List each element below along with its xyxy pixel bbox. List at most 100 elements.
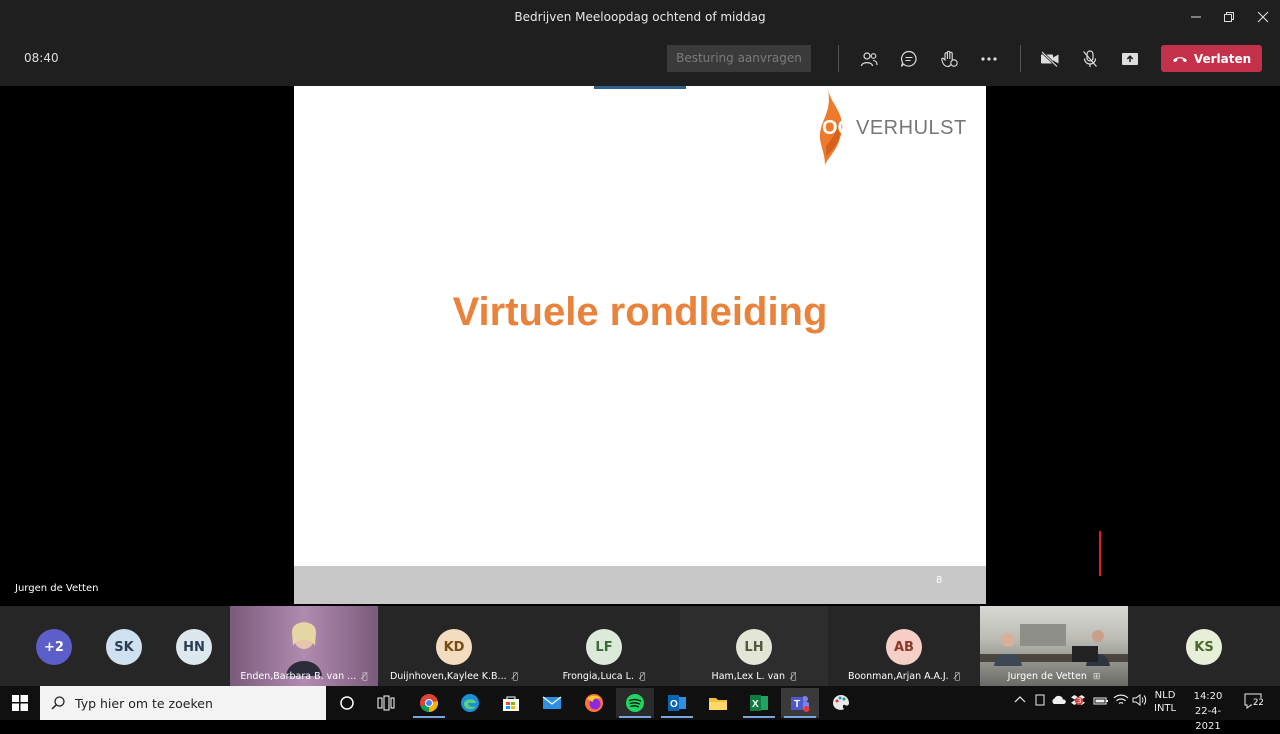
tray-wifi[interactable] [1113, 694, 1129, 709]
participant-tile[interactable]: LH Ham,Lex L. van 🎙̸ [680, 606, 828, 686]
cortana-circle-icon [340, 696, 354, 710]
taskbar-paint[interactable] [822, 688, 860, 718]
tray-battery[interactable] [1093, 696, 1109, 709]
store-bag-icon [503, 696, 519, 711]
action-center-button[interactable]: 22 [1244, 693, 1265, 712]
participant-name: Jurgen de Vetten ⊞ [1007, 671, 1101, 682]
taskbar-teams[interactable]: T [781, 688, 819, 718]
participant-avatar: KD [436, 629, 472, 665]
taskbar-firefox[interactable] [575, 688, 613, 718]
edge-icon [461, 694, 479, 712]
participant-tile[interactable]: KS [1130, 606, 1278, 686]
spotify-icon [626, 694, 644, 712]
speaker-icon [1132, 694, 1147, 706]
participant-name: Frongia,Luca L. 🎙̸ [562, 671, 646, 682]
more-actions-button[interactable] [973, 45, 1005, 72]
running-indicator [413, 716, 445, 718]
participant-avatar: KS [1186, 629, 1222, 665]
taskbar-chrome[interactable] [410, 688, 448, 718]
folder-icon [709, 698, 727, 710]
minimize-icon [1191, 16, 1201, 17]
participant-tile-video[interactable]: Jurgen de Vetten ⊞ [980, 606, 1128, 686]
taskbar-explorer[interactable] [699, 688, 737, 718]
taskbar-excel[interactable]: X [740, 688, 778, 718]
restore-button[interactable] [1212, 0, 1246, 33]
chat-icon [900, 50, 917, 67]
participants-button[interactable] [853, 45, 885, 72]
overflow-participants-button[interactable]: +2 [36, 629, 72, 665]
share-button[interactable] [1114, 45, 1146, 72]
camera-off-icon [1041, 50, 1059, 67]
slide-top-marker [594, 86, 686, 89]
pin-icon: ⊞ [1092, 672, 1101, 682]
participant-tile[interactable]: KD Duijnhoven,Kaylee K.B... 🎙̸ [380, 606, 528, 686]
participant-name: Ham,Lex L. van 🎙̸ [711, 671, 797, 682]
taskbar-clock[interactable]: 14:20 22-4-2021 [1184, 689, 1232, 734]
taskbar-mail[interactable] [533, 688, 571, 718]
start-button[interactable] [0, 688, 40, 718]
participant-tile[interactable]: AB Boonman,Arjan A.A.J. 🎙̸ [830, 606, 978, 686]
mic-off-icon [1083, 49, 1097, 67]
more-icon [981, 56, 997, 61]
request-control-button[interactable]: Besturing aanvragen [667, 45, 811, 72]
raise-hand-button[interactable] [933, 45, 965, 72]
pointer-marker [1099, 531, 1101, 576]
battery-icon [1093, 697, 1108, 705]
tray-dropbox[interactable]: 3 [1071, 694, 1085, 709]
participant-name: Boonman,Arjan A.A.J. 🎙̸ [847, 671, 961, 682]
leave-button[interactable]: Verlaten [1161, 45, 1262, 72]
camera-toggle-button[interactable] [1034, 45, 1066, 72]
restore-icon [1224, 11, 1234, 22]
taskbar-store[interactable] [492, 688, 530, 718]
svg-text:X: X [752, 699, 759, 710]
taskbar-edge[interactable] [451, 688, 489, 718]
participant-avatar[interactable]: HN [176, 629, 212, 665]
running-indicator [784, 716, 816, 718]
chrome-icon [420, 694, 439, 713]
toolbar-divider [1020, 45, 1021, 72]
paint-palette-icon [833, 695, 849, 710]
mail-icon [542, 696, 562, 709]
leave-label: Verlaten [1193, 51, 1252, 66]
tray-device-icon[interactable] [1034, 694, 1046, 709]
participant-avatar: LF [586, 629, 622, 665]
teams-icon: T [791, 696, 810, 712]
firefox-icon [585, 694, 603, 712]
meeting-timer: 08:40 [24, 51, 59, 65]
cortana-button[interactable] [328, 688, 366, 718]
taskbar-spotify[interactable] [616, 688, 654, 718]
participant-avatar[interactable]: SK [106, 629, 142, 665]
chat-button[interactable] [893, 45, 925, 72]
mic-toggle-button[interactable] [1074, 45, 1106, 72]
participant-name: Duijnhoven,Kaylee K.B... 🎙̸ [389, 671, 519, 682]
wifi-icon [1113, 694, 1129, 705]
slide-title: Virtuele rondleiding [452, 290, 828, 334]
slide-page-number: 8 [936, 575, 943, 586]
participant-tile-video[interactable]: Enden,Barbara B. van ... 🎙̸ [230, 606, 378, 686]
taskbar-search[interactable]: Typ hier om te zoeken [40, 686, 326, 720]
windows-logo-icon [12, 695, 28, 711]
mic-muted-icon: 🎙̸ [954, 672, 961, 682]
share-tray-icon [1122, 52, 1138, 65]
close-button[interactable] [1246, 0, 1280, 33]
chevron-up-icon [1014, 696, 1026, 703]
running-indicator [743, 716, 775, 718]
tray-volume[interactable] [1132, 694, 1148, 709]
task-view-button[interactable] [367, 688, 405, 718]
notification-count: 22 [1252, 698, 1265, 708]
tablet-icon [1035, 694, 1045, 706]
logo-wordmark: VERHULST [856, 117, 967, 139]
participant-name: Enden,Barbara B. van ... 🎙̸ [240, 671, 368, 682]
window-title: Bedrijven Meeloopdag ochtend of middag [514, 10, 766, 24]
tray-overflow-button[interactable] [1014, 694, 1026, 707]
input-language[interactable]: NLD INTL [1154, 689, 1176, 715]
tray-onedrive[interactable] [1051, 695, 1067, 708]
running-indicator [619, 716, 651, 718]
running-indicator [661, 716, 693, 718]
taskbar-outlook[interactable]: O [658, 688, 696, 718]
task-view-icon [377, 695, 395, 711]
outlook-icon: O [668, 695, 686, 711]
minimize-button[interactable] [1179, 0, 1213, 33]
excel-icon: X [750, 695, 768, 711]
participant-tile[interactable]: LF Frongia,Luca L. 🎙̸ [530, 606, 678, 686]
